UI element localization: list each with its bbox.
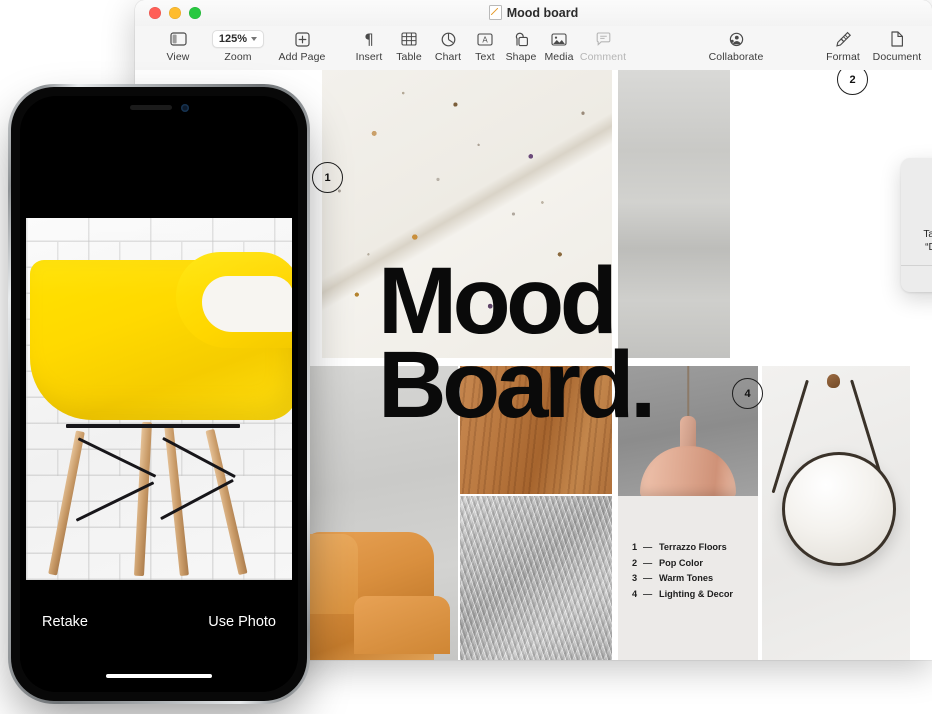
lamp-shade (640, 446, 736, 496)
legend-number: 1 (632, 542, 638, 552)
lamp-cord (687, 366, 689, 418)
main-toolbar: View 125% Zoom Add Page ¶ Insert Table C… (135, 26, 932, 71)
phone-frame: Retake Use Photo (8, 84, 310, 704)
list-item: 2 — Pop Color (632, 558, 733, 568)
legend-number: 3 (632, 573, 638, 583)
toolbar-insert-label: Insert (355, 51, 383, 63)
legend-dash: — (643, 542, 653, 552)
toolbar-format-button[interactable]: Format (814, 28, 872, 63)
toolbar-add-page-label: Add Page (278, 51, 326, 63)
shapes-icon (513, 28, 529, 50)
legend-label: Lighting & Decor (659, 588, 734, 599)
popover-message-line-1: Take a photo with (923, 229, 932, 240)
toolbar-document-label: Document (872, 51, 922, 63)
toolbar-zoom-label: Zoom (224, 51, 252, 63)
concrete-wall-image[interactable] (618, 70, 730, 358)
toolbar-comment-button[interactable]: Comment (574, 28, 632, 63)
document-page-icon (890, 28, 904, 50)
legend-label: Terrazzo Floors (659, 542, 727, 552)
paintbrush-icon (835, 28, 852, 50)
toolbar-view-button[interactable]: View (149, 28, 207, 63)
document-icon (488, 5, 502, 20)
legend-panel: 1 — Terrazzo Floors 2 — Pop Color 3 — Wa… (618, 496, 758, 660)
list-item: 4 — Lighting & Decor (632, 589, 733, 599)
zoom-dropdown[interactable]: 125% (211, 28, 265, 50)
legend-label: Pop Color (659, 557, 703, 568)
toolbar-comment-label: Comment (579, 51, 627, 63)
window-titlebar: Mood board (135, 0, 932, 26)
continuity-camera-popover[interactable]: Take a photo with “Derek’s iPhone” Cance… (901, 158, 932, 292)
legend-dash: — (643, 557, 653, 568)
legend-dash: — (643, 573, 653, 583)
concrete-sofa-image[interactable] (310, 366, 458, 660)
mirror-hook (827, 374, 840, 388)
legend-number: 4 (632, 588, 638, 599)
pie-chart-icon (441, 28, 456, 50)
comment-bubble-icon (596, 28, 611, 50)
phone-bezel: Retake Use Photo (11, 87, 307, 701)
toolbar-media-label: Media (544, 51, 574, 63)
phone-notch (93, 96, 225, 119)
earpiece-speaker-icon (129, 105, 172, 110)
yellow-eames-chair-photo (26, 218, 292, 580)
chevron-down-icon (251, 37, 258, 41)
marker-number: 2 (849, 73, 856, 86)
zoom-value-pill[interactable]: 125% (211, 30, 265, 48)
round-mirror-image[interactable] (762, 366, 910, 660)
phone-screen[interactable]: Retake Use Photo (20, 96, 298, 692)
toolbar-add-page-button[interactable]: Add Page (273, 28, 331, 63)
sidebar-icon (169, 28, 187, 50)
toolbar-format-label: Format (826, 51, 860, 63)
front-camera-icon (180, 103, 189, 112)
photo-highlight (26, 218, 292, 580)
legend-number: 2 (632, 557, 638, 568)
toolbar-document-button[interactable]: Document (868, 28, 926, 63)
retake-button[interactable]: Retake (42, 614, 88, 630)
toolbar-table-label: Table (396, 51, 422, 63)
window-title: Mood board (135, 5, 932, 20)
photo-icon (551, 28, 567, 50)
list-item: 1 — Terrazzo Floors (632, 542, 733, 552)
legend-list: 1 — Terrazzo Floors 2 — Pop Color 3 — Wa… (632, 542, 733, 604)
use-photo-button[interactable]: Use Photo (208, 614, 276, 630)
fur-rug-image[interactable] (460, 496, 612, 660)
marker-1[interactable]: 1 (312, 162, 343, 193)
popover-message: Take a photo with “Derek’s iPhone” (911, 228, 932, 255)
home-indicator[interactable] (106, 673, 212, 678)
legend-label: Warm Tones (659, 573, 714, 583)
popover-body: Take a photo with “Derek’s iPhone” (901, 158, 932, 265)
toolbar-view-label: View (166, 51, 190, 63)
marker-number: 1 (324, 171, 331, 184)
marker-number: 4 (744, 387, 751, 400)
toolbar-collaborate-label: Collaborate (708, 51, 764, 63)
zoom-value: 125% (218, 33, 248, 45)
svg-text:¶: ¶ (364, 31, 374, 47)
terrazzo-slab-image[interactable] (322, 70, 612, 358)
iphone-device: Retake Use Photo (8, 84, 310, 704)
legend-dash: — (643, 588, 653, 599)
svg-text:A: A (482, 35, 488, 44)
window-title-text: Mood board (506, 5, 579, 20)
lamp-neck (680, 416, 696, 450)
plus-box-icon (294, 28, 310, 50)
toolbar-zoom-control[interactable]: 125% Zoom (209, 28, 267, 63)
marker-4[interactable]: 4 (732, 378, 763, 409)
cancel-button[interactable]: Cancel (901, 266, 932, 292)
wood-grain-image[interactable] (460, 366, 612, 494)
collaborate-person-icon (728, 28, 745, 50)
list-item: 3 — Warm Tones (632, 573, 733, 583)
toolbar-collaborate-button[interactable]: Collaborate (698, 28, 774, 63)
mood-board-slide[interactable]: 1 — Terrazzo Floors 2 — Pop Color 3 — Wa… (310, 70, 932, 660)
pilcrow-icon: ¶ (362, 28, 376, 50)
table-grid-icon (401, 28, 417, 50)
mirror-glass (782, 452, 896, 566)
popover-message-line-2: “Derek’s iPhone” (925, 242, 932, 254)
camera-preview-controls: Retake Use Photo (20, 592, 298, 692)
text-box-icon: A (477, 28, 493, 50)
